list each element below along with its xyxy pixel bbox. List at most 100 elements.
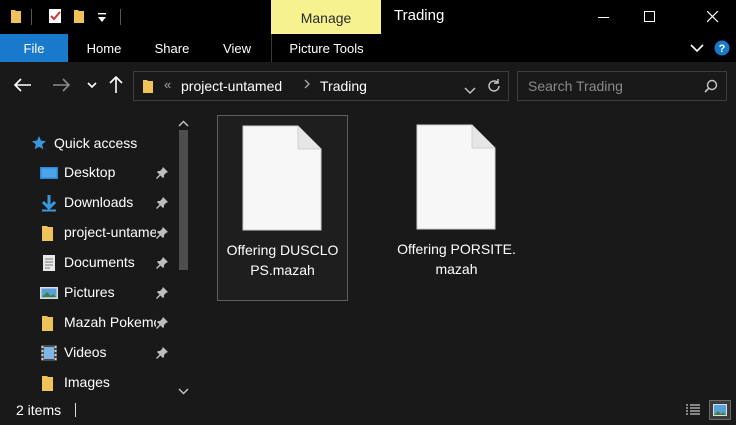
sidebar-item-label: Mazah Pokemon <box>64 314 156 330</box>
chevron-down-icon <box>690 44 704 53</box>
large-icons-view-button[interactable] <box>709 400 731 420</box>
folder-icon[interactable] <box>10 8 22 27</box>
sidebar-item-label: Pictures <box>64 284 115 300</box>
sidebar-item-label: Documents <box>64 254 135 270</box>
pin-icon[interactable] <box>156 256 168 272</box>
help-icon: ? <box>714 40 730 56</box>
sidebar-item-label: Downloads <box>64 194 134 210</box>
sidebar-item-videos[interactable]: Videos <box>0 338 175 368</box>
navigation-pane: Quick access Desktop Downloads project-u… <box>0 108 196 395</box>
expand-ribbon-button[interactable] <box>690 34 708 62</box>
file-item[interactable]: Offering DUSCLOPS.mazah <box>217 115 348 301</box>
up-button[interactable] <box>106 74 126 96</box>
folder-icon <box>40 224 58 242</box>
refresh-button[interactable] <box>486 78 502 97</box>
divider <box>75 403 76 417</box>
address-bar[interactable]: « project-untamed Trading <box>133 71 509 101</box>
title-bar: Manage Trading <box>0 0 736 34</box>
pin-icon[interactable] <box>156 196 168 212</box>
breadcrumb-trading[interactable]: Trading <box>320 78 367 94</box>
pin-icon[interactable] <box>156 286 168 302</box>
pin-icon[interactable] <box>156 166 168 182</box>
sidebar-item-label: Videos <box>64 344 107 360</box>
address-history-button[interactable] <box>464 82 476 98</box>
file-item[interactable]: Offering PORSITE.mazah <box>392 115 523 301</box>
details-view-icon <box>686 404 700 415</box>
status-bar: 2 items <box>0 395 736 425</box>
details-view-button[interactable] <box>682 400 704 420</box>
pin-icon[interactable] <box>156 316 168 332</box>
tab-share[interactable]: Share <box>143 34 201 62</box>
downloads-icon <box>40 194 58 212</box>
breadcrumb-overflow[interactable]: « <box>164 77 171 92</box>
forward-button[interactable] <box>50 74 72 96</box>
sidebar-item-desktop[interactable]: Desktop <box>0 158 175 188</box>
sidebar-item-quick-access[interactable]: Quick access <box>0 128 175 158</box>
folder-icon <box>40 314 58 332</box>
customize-toolbar-icon[interactable] <box>97 10 107 26</box>
tab-file[interactable]: File <box>0 34 68 62</box>
sidebar-item-label: Images <box>64 374 110 390</box>
manage-tab[interactable]: Manage <box>271 0 381 34</box>
search-icon[interactable] <box>704 79 718 96</box>
close-button[interactable] <box>690 0 736 34</box>
videos-icon <box>40 344 58 362</box>
refresh-icon <box>488 79 500 92</box>
minimize-button[interactable] <box>581 0 627 34</box>
back-button[interactable] <box>12 74 34 96</box>
pin-icon[interactable] <box>156 346 168 362</box>
tab-home[interactable]: Home <box>73 34 135 62</box>
folder-icon <box>40 374 58 392</box>
pin-icon[interactable] <box>156 226 168 242</box>
pictures-icon <box>40 284 58 302</box>
nav-scrollbar[interactable] <box>175 110 192 395</box>
new-folder-icon[interactable] <box>73 8 85 27</box>
divider <box>31 9 32 25</box>
search-placeholder: Search Trading <box>528 78 623 94</box>
sidebar-item-project-untamed[interactable]: project-untamed <box>0 218 175 248</box>
file-list: Offering DUSCLOPS.mazah Offering PORSITE… <box>196 108 736 395</box>
sidebar-item-label: Desktop <box>64 164 116 180</box>
file-icon <box>416 124 496 233</box>
chevron-down-icon <box>87 82 97 89</box>
sidebar-item-documents[interactable]: Documents <box>0 248 175 278</box>
help-button[interactable]: ? <box>714 34 734 62</box>
item-count: 2 items <box>16 402 62 418</box>
breadcrumb-project-untamed[interactable]: project-untamed <box>181 78 282 94</box>
properties-icon[interactable] <box>47 8 63 27</box>
documents-icon <box>40 254 58 272</box>
desktop-icon <box>40 164 58 182</box>
sidebar-item-pictures[interactable]: Pictures <box>0 278 175 308</box>
scrollbar-thumb[interactable] <box>179 130 188 270</box>
search-input[interactable]: Search Trading <box>517 71 727 101</box>
tab-view[interactable]: View <box>210 34 264 62</box>
folder-icon <box>142 78 154 97</box>
chevron-down-icon <box>464 87 476 94</box>
maximize-button[interactable] <box>627 0 673 34</box>
recent-locations-button[interactable] <box>84 74 100 96</box>
arrow-left-icon <box>14 78 31 92</box>
tab-picture-tools[interactable]: Picture Tools <box>271 34 381 62</box>
sidebar-item-downloads[interactable]: Downloads <box>0 188 175 218</box>
sidebar-item-mazah-pokemon[interactable]: Mazah Pokemon <box>0 308 175 338</box>
divider <box>120 9 121 25</box>
star-icon <box>31 135 47 154</box>
sidebar-item-images[interactable]: Images <box>0 368 175 398</box>
file-icon <box>242 125 322 234</box>
minimize-icon <box>598 17 609 18</box>
window-title: Trading <box>394 7 445 24</box>
sidebar-item-label: project-untamed <box>64 224 156 240</box>
ribbon-tabs: File Home Share View Picture Tools ? <box>0 34 736 62</box>
svg-text:?: ? <box>719 43 726 55</box>
arrow-up-icon <box>109 76 123 93</box>
file-name: Offering PORSITE.mazah <box>397 241 516 277</box>
file-name: Offering DUSCLOPS.mazah <box>226 242 339 278</box>
breadcrumb-separator-icon[interactable] <box>303 78 311 93</box>
maximize-icon <box>644 11 655 22</box>
large-icons-view-icon <box>713 404 727 416</box>
arrow-right-icon <box>53 78 70 92</box>
chevron-up-icon[interactable] <box>178 114 189 130</box>
sidebar-item-label: Quick access <box>54 135 138 151</box>
navigation-bar: « project-untamed Trading Search Trading <box>0 62 736 108</box>
close-icon <box>707 11 719 23</box>
